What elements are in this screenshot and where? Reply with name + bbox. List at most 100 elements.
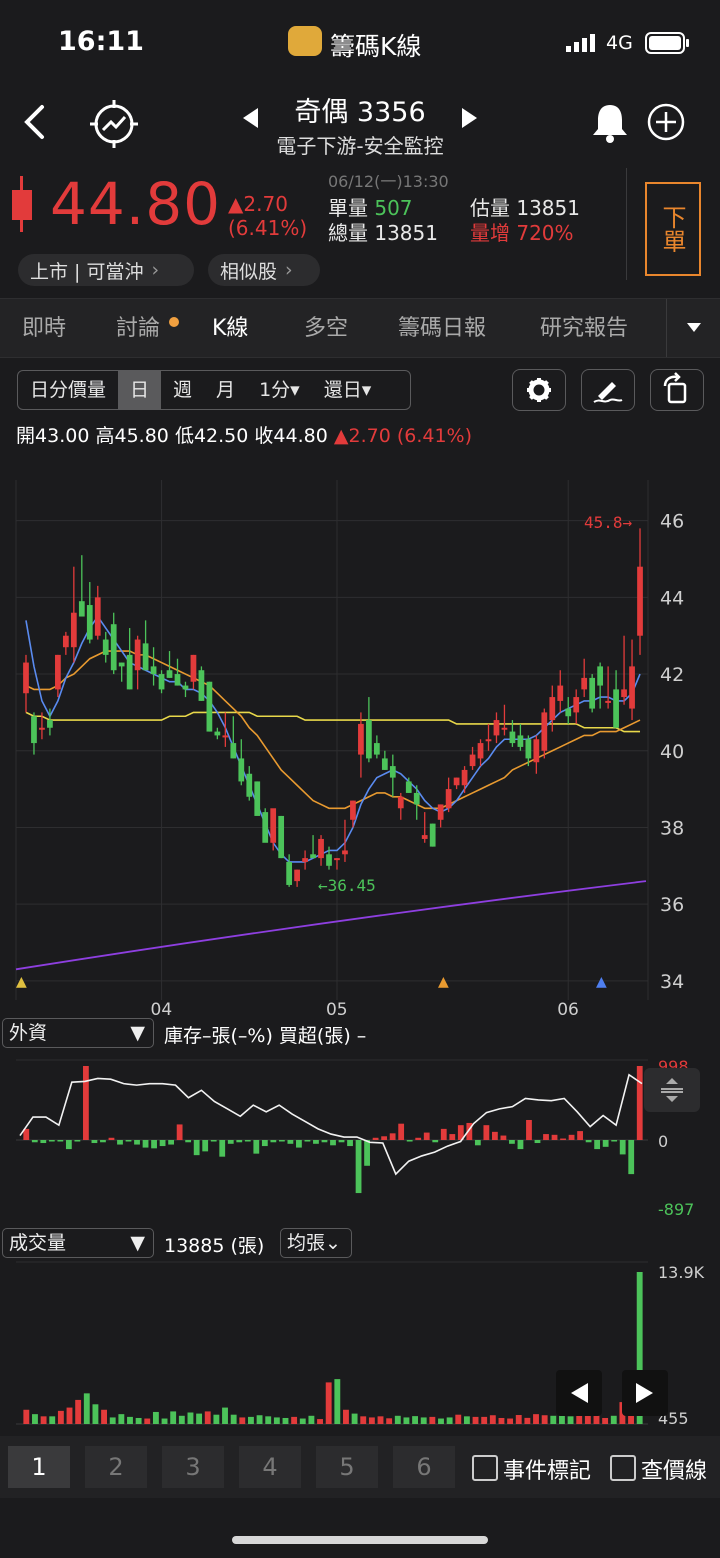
candle-body (23, 662, 29, 694)
foreign-bar (364, 1140, 370, 1166)
candle (86, 582, 93, 644)
candle (573, 689, 580, 724)
volume-bar (144, 1418, 151, 1424)
candle-body (358, 723, 364, 755)
candle-body (557, 685, 564, 701)
candle-body (174, 674, 181, 686)
candle (629, 639, 635, 721)
inventory-line (19, 1073, 643, 1176)
candle (334, 858, 340, 870)
candle (55, 654, 61, 698)
candle-body (413, 792, 420, 805)
page-4-button[interactable]: 4 (239, 1446, 301, 1488)
foreign-bar (278, 1140, 285, 1142)
candle (294, 869, 300, 887)
candle (134, 635, 141, 690)
foreign-bar (509, 1140, 515, 1144)
candle (246, 766, 253, 801)
foreign-bar (440, 1128, 447, 1140)
candle-body (597, 666, 604, 686)
candle (222, 712, 229, 747)
ma20-line (25, 650, 641, 810)
foreign-bar (594, 1140, 601, 1150)
candle-body (334, 858, 340, 861)
candle (445, 777, 452, 813)
candle (310, 835, 316, 859)
price-line-checkbox[interactable] (610, 1455, 636, 1481)
candle (605, 666, 611, 709)
y-tick-label: 46 (660, 511, 684, 533)
volume-bar (567, 1416, 574, 1424)
volume-bar (152, 1411, 159, 1424)
kline-charts[interactable]: 4644424038363404 05 06 45.8→ ←36.45 ▲ ▲ ▲ … (0, 0, 720, 1440)
volume-bar (446, 1417, 453, 1424)
volume-bar (135, 1417, 142, 1424)
candle-body (477, 743, 484, 759)
event-mark-label: 事件標記 (503, 1459, 592, 1484)
volume-mode-selector[interactable]: 均張⌄ (280, 1228, 352, 1258)
foreign-bar (628, 1140, 635, 1175)
volume-selector[interactable]: 成交量 ▼ (2, 1228, 154, 1258)
candle-body (589, 677, 596, 709)
foreign-bar (151, 1140, 157, 1149)
foreign-bar (261, 1140, 268, 1147)
candle-body (429, 823, 436, 847)
candle-body (541, 712, 548, 751)
volume-bar (49, 1416, 56, 1424)
foreign-bar (202, 1140, 209, 1152)
page-3-button[interactable]: 3 (162, 1446, 224, 1488)
volume-bar (368, 1417, 375, 1424)
volume-bar (66, 1407, 73, 1424)
volume-bar (524, 1417, 531, 1424)
foreign-bar (244, 1140, 251, 1142)
foreign-bar (40, 1140, 47, 1144)
event-mark-checkbox[interactable] (472, 1455, 498, 1481)
volume-bar (351, 1413, 358, 1424)
volume-bar (308, 1415, 315, 1424)
page-6-button[interactable]: 6 (393, 1446, 455, 1488)
scroll-right-button[interactable] (622, 1370, 668, 1416)
candle-body (190, 654, 197, 682)
home-indicator[interactable] (232, 1536, 488, 1544)
marker-right: ▲ (596, 974, 607, 990)
volume-bar (498, 1417, 505, 1424)
candle (198, 666, 205, 701)
candle-body (637, 566, 643, 636)
page-1-button[interactable]: 1 (8, 1446, 70, 1488)
foreign-bar (287, 1140, 294, 1144)
candle-body (182, 685, 189, 690)
candle-body (397, 796, 404, 809)
foreign-bar (313, 1140, 319, 1144)
volume-selector-label: 成交量 (9, 1232, 67, 1254)
candle (397, 792, 404, 820)
candle (174, 658, 181, 686)
volume-bar (515, 1415, 522, 1424)
candle (142, 620, 149, 671)
foreign-bar (381, 1136, 388, 1140)
foreign-chart: 9980-897 (16, 1057, 694, 1219)
candle-body (493, 720, 500, 736)
candle (621, 635, 627, 705)
triangle-down-icon: ▼ (130, 1022, 145, 1044)
candle (517, 723, 524, 751)
foreign-bar (100, 1140, 106, 1143)
y-tick-label: 42 (660, 664, 684, 686)
candle-body (525, 739, 532, 759)
candle (581, 658, 588, 698)
candle-body (509, 731, 516, 744)
candle (110, 612, 117, 675)
candle-body (134, 639, 141, 671)
foreign-bar (48, 1140, 55, 1142)
collapse-button[interactable] (644, 1068, 700, 1112)
volume-bar (282, 1417, 289, 1424)
candle-body (469, 754, 476, 767)
page-5-button[interactable]: 5 (316, 1446, 378, 1488)
candle (190, 654, 197, 690)
candle-body (573, 697, 580, 713)
foreign-selector[interactable]: 外資 ▼ (2, 1018, 154, 1048)
page-2-button[interactable]: 2 (85, 1446, 147, 1488)
candle (437, 804, 444, 828)
volume-bar (325, 1382, 332, 1424)
candle-body (102, 639, 109, 655)
scroll-left-button[interactable] (556, 1370, 602, 1416)
